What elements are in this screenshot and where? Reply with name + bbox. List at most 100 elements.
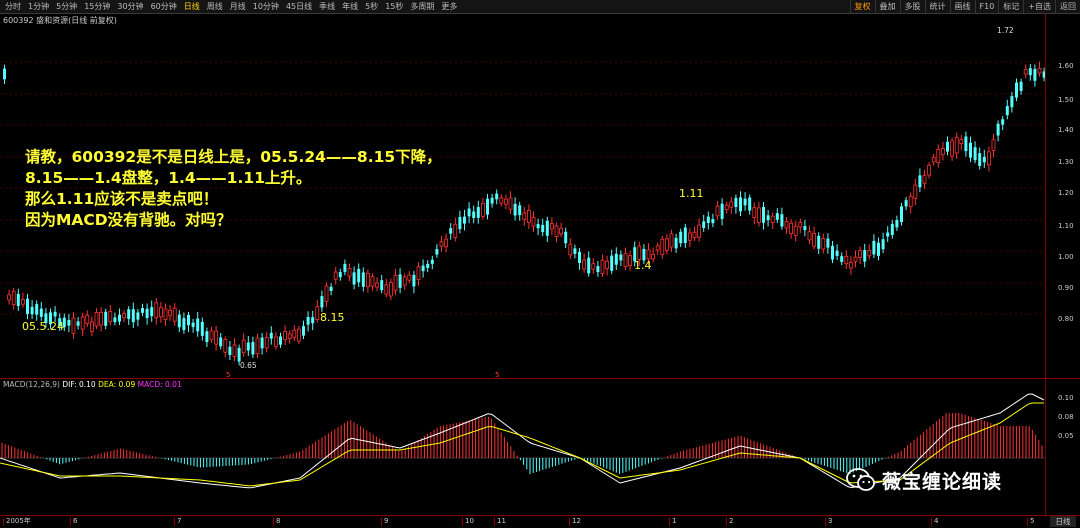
time-axis-label: 4 [930, 517, 939, 526]
tab-period-11[interactable]: 季线 [316, 0, 339, 13]
tab-period-6[interactable]: 日线 [181, 0, 204, 13]
candle-body [251, 342, 255, 355]
candle-body [113, 317, 117, 323]
candle-body [711, 219, 715, 224]
candle-body [1019, 81, 1023, 91]
toolbar-button-6[interactable]: 标记 [998, 0, 1023, 13]
tab-period-0[interactable]: 分时 [2, 0, 25, 13]
tab-period-1[interactable]: 1分钟 [25, 0, 53, 13]
candle-body [375, 282, 380, 288]
candle-body [669, 233, 674, 248]
candle-body [991, 139, 996, 151]
time-axis-label: 2 [725, 517, 734, 526]
candle-body [527, 210, 531, 223]
macd-axis-label-3: 0.05 [1058, 432, 1074, 440]
day-period-button[interactable]: 日线 [1050, 516, 1076, 527]
candle-body [697, 224, 701, 238]
candle-body [90, 321, 94, 332]
candle-body [329, 286, 333, 291]
candle-body [449, 228, 453, 234]
candle-body [219, 337, 223, 347]
candle-body [402, 276, 407, 286]
toolbar-button-5[interactable]: F10 [974, 0, 999, 13]
candle-body [467, 208, 471, 217]
toolbar-button-2[interactable]: 多股 [899, 0, 925, 13]
candle-body [150, 307, 154, 317]
watermark-text: 薇宝缠论细读 [882, 470, 1003, 493]
candle-body [536, 224, 540, 229]
price-axis-label: 1.20 [1058, 189, 1074, 197]
tab-period-12[interactable]: 年线 [339, 0, 362, 13]
candle-body [255, 337, 260, 355]
candle-body [798, 222, 803, 228]
right-buttons: 复权 叠加 多股 统计 画线 F10 标记 +自选 返回 [849, 0, 1080, 13]
question-line-3: 那么1.11应该不是卖点吧！ [25, 190, 219, 208]
candle-body [108, 310, 113, 323]
time-axis-label: 2005年 [3, 517, 31, 526]
candle-body [554, 225, 559, 237]
tab-period-13[interactable]: 5秒 [362, 0, 382, 13]
candle-body [380, 280, 384, 291]
candle-body [655, 245, 660, 251]
candle-body [683, 227, 687, 244]
tab-period-7[interactable]: 周线 [204, 0, 227, 13]
candle-body [20, 299, 25, 305]
tab-period-16[interactable]: 更多 [438, 0, 461, 13]
candle-body [444, 238, 449, 248]
candle-body [315, 306, 320, 320]
candle-body [954, 136, 959, 154]
candle-body [260, 337, 264, 349]
tab-period-14[interactable]: 15秒 [382, 0, 407, 13]
toolbar-button-0[interactable]: 复权 [849, 0, 875, 13]
candle-body [1028, 68, 1032, 76]
toolbar-button-7[interactable]: +自选 [1023, 0, 1055, 13]
question-text: 请教，600392是不是日线上是，05.5.24——8.15下降， 8.15——… [25, 147, 442, 231]
candle-body [780, 214, 784, 227]
tab-period-9[interactable]: 10分钟 [250, 0, 283, 13]
candle-body [872, 240, 876, 255]
candle-body [513, 203, 517, 216]
candle-body [426, 263, 430, 268]
candle-body [343, 263, 347, 272]
candle-body [867, 250, 872, 257]
tab-period-15[interactable]: 多周期 [407, 0, 438, 13]
time-axis-label: 5 [1026, 517, 1035, 526]
candle-body [237, 347, 241, 362]
toolbar-button-8[interactable]: 返回 [1055, 0, 1080, 13]
candle-body [564, 231, 568, 244]
candle-body [141, 308, 144, 313]
tab-period-10[interactable]: 45日线 [283, 0, 316, 13]
tab-period-3[interactable]: 15分钟 [81, 0, 114, 13]
candle-body [743, 198, 747, 206]
toolbar-button-3[interactable]: 统计 [924, 0, 950, 13]
candle-body [936, 148, 941, 163]
candle-body [421, 265, 425, 272]
price-axis-label: 1.10 [1058, 222, 1074, 230]
candle-body [296, 328, 301, 342]
candle-body [388, 282, 393, 297]
candle-body [187, 314, 190, 326]
candle-body [273, 336, 278, 347]
tab-period-4[interactable]: 30分钟 [114, 0, 147, 13]
candle-body [1005, 106, 1009, 116]
candle-body [950, 140, 954, 157]
candle-body [550, 223, 554, 230]
candle-body [702, 221, 706, 229]
candle-body [136, 312, 140, 320]
candle-body [232, 344, 237, 357]
candle-body [531, 216, 536, 227]
candle-body [568, 243, 573, 256]
toolbar-button-1[interactable]: 叠加 [874, 0, 900, 13]
tab-period-5[interactable]: 60分钟 [148, 0, 181, 13]
question-line-4: 因为MACD没有背驰。对吗？ [25, 211, 232, 229]
candle-body [490, 197, 494, 204]
candle-body [453, 223, 458, 238]
tab-period-8[interactable]: 月线 [227, 0, 250, 13]
candle-body [922, 174, 927, 184]
tab-period-2[interactable]: 5分钟 [53, 0, 81, 13]
toolbar-button-4[interactable]: 画线 [949, 0, 975, 13]
candle-body [734, 197, 738, 208]
candle-body [131, 309, 135, 323]
candle-body [748, 197, 752, 211]
candle-body [35, 304, 39, 315]
